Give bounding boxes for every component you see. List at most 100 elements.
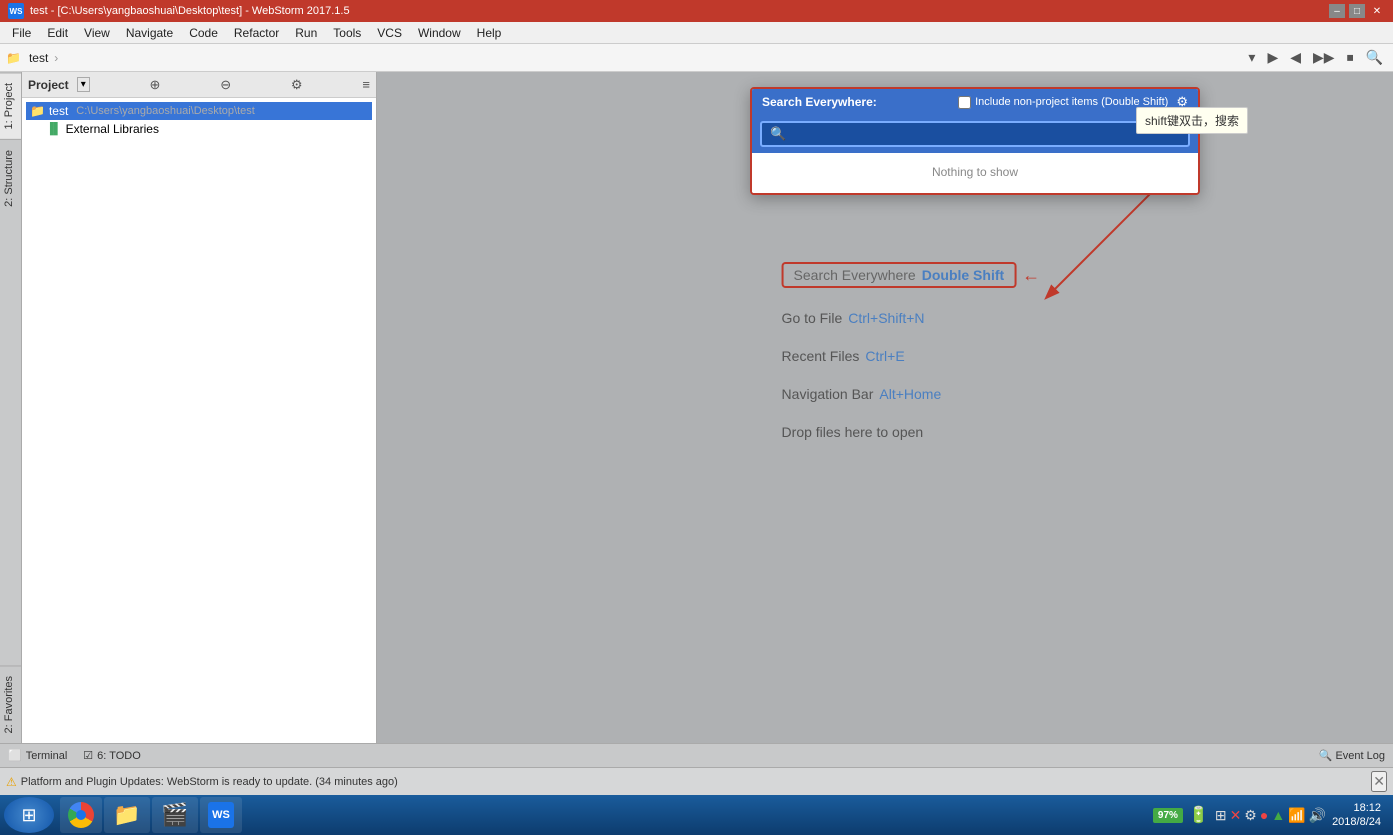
close-button[interactable]: ✕ [1369, 4, 1385, 18]
folder-icon: 📁 [30, 104, 45, 118]
goto-file-shortcut: Ctrl+Shift+N [848, 310, 924, 326]
media-icon: 🎬 [160, 800, 190, 830]
panel-dropdown-btn[interactable]: ▾ [77, 77, 90, 92]
event-log-label: Event Log [1335, 750, 1385, 762]
breadcrumb-separator: › [54, 51, 58, 65]
search-input-area: 🔍 [752, 115, 1198, 153]
annotation-box: shift键双击，搜索 [1136, 107, 1248, 134]
tree-item-test[interactable]: 📁 test C:\Users\yangbaoshuai\Desktop\tes… [26, 102, 372, 120]
battery-icon: 🔋 [1189, 805, 1209, 825]
status-text: Platform and Plugin Updates: WebStorm is… [21, 776, 1368, 788]
search-everywhere-box: Search Everywhere Double Shift [782, 262, 1017, 288]
ws-logo-icon: WS [8, 3, 24, 19]
status-warning-icon: ⚠ [6, 775, 17, 789]
menu-refactor[interactable]: Refactor [226, 24, 287, 42]
event-log-btn[interactable]: 🔍 Event Log [1319, 749, 1385, 762]
taskbar-explorer[interactable]: 📁 [104, 797, 150, 833]
search-everywhere-line: Search Everywhere Double Shift ← [782, 262, 1041, 288]
nav-controls: ▾ ▶ ◀ ▶▶ ⏹ 🔍 [1244, 47, 1387, 68]
left-sidebar-tabs: 1: Project 2: Structure 2: Favorites [0, 72, 22, 743]
bottom-panel: ⬜ Terminal ☑ 6: TODO 🔍 Event Log [0, 743, 1393, 767]
search-icon: 🔍 [770, 126, 786, 142]
editor-area: Search Everywhere: Include non-project i… [377, 72, 1393, 743]
search-everywhere-popup: Search Everywhere: Include non-project i… [750, 87, 1200, 195]
minimize-button[interactable]: – [1329, 4, 1345, 18]
todo-icon: ☑ [83, 749, 93, 762]
project-toolbar: Project ▾ ⊕ ⊖ ⚙ ≡ [22, 72, 376, 98]
taskbar: ⊞ 📁 🎬 WS 97% 🔋 ⊞ ✕ ⚙ ● ▲ 📶 🔊 18:12 2018/… [0, 795, 1393, 835]
search-input[interactable] [792, 127, 1180, 142]
terminal-icon: ⬜ [8, 749, 22, 762]
search-popup-label: Search Everywhere: [762, 95, 877, 109]
title-bar: WS test - [C:\Users\yangbaoshuai\Desktop… [0, 0, 1393, 22]
recent-files-shortcut: Ctrl+E [865, 348, 904, 364]
goto-file-label: Go to File [782, 310, 843, 326]
breadcrumb[interactable]: test [29, 51, 48, 65]
menu-navigate[interactable]: Navigate [118, 24, 181, 42]
search-input-wrapper: 🔍 [760, 121, 1190, 147]
recent-files-label: Recent Files [782, 348, 860, 364]
tray-icon-1: ⊞ [1215, 807, 1227, 824]
webstorm-icon: WS [208, 802, 234, 828]
menu-view[interactable]: View [76, 24, 118, 42]
recent-files-line: Recent Files Ctrl+E [782, 348, 1041, 364]
drop-files-line: Drop files here to open [782, 424, 1041, 440]
content-area: Search Everywhere Double Shift ← Go to F… [782, 262, 1041, 462]
todo-tab[interactable]: ☑ 6: TODO [83, 749, 140, 762]
locate-btn[interactable]: ⊕ [150, 77, 161, 93]
collapse-btn[interactable]: ⊖ [220, 77, 231, 93]
sidebar-item-favorites[interactable]: 2: Favorites [0, 665, 21, 743]
include-nonproject-checkbox[interactable] [958, 96, 971, 109]
back-btn[interactable]: ◀ [1286, 47, 1305, 68]
search-popup-header: Search Everywhere: Include non-project i… [752, 89, 1198, 115]
menu-window[interactable]: Window [410, 24, 469, 42]
tree-item-external-libraries[interactable]: ▐▌ External Libraries [42, 120, 372, 138]
stop-btn[interactable]: ⏹ [1343, 47, 1358, 68]
nav-bar: 📁 test › ▾ ▶ ◀ ▶▶ ⏹ 🔍 [0, 44, 1393, 72]
more-btn[interactable]: ≡ [362, 77, 370, 92]
taskbar-media[interactable]: 🎬 [152, 797, 198, 833]
tree-item-ext-label: External Libraries [66, 122, 159, 136]
nav-bar-line: Navigation Bar Alt+Home [782, 386, 1041, 402]
project-tree: 📁 test C:\Users\yangbaoshuai\Desktop\tes… [22, 98, 376, 743]
window-title: test - [C:\Users\yangbaoshuai\Desktop\te… [30, 5, 1329, 17]
taskbar-chrome[interactable] [60, 797, 102, 833]
terminal-tab[interactable]: ⬜ Terminal [8, 749, 67, 762]
menu-file[interactable]: File [4, 24, 39, 42]
taskbar-right: 97% 🔋 ⊞ ✕ ⚙ ● ▲ 📶 🔊 18:12 2018/8/24 [1145, 801, 1389, 830]
menu-edit[interactable]: Edit [39, 24, 76, 42]
menu-vcs[interactable]: VCS [369, 24, 410, 42]
ext-lib-icon: ▐▌ [46, 123, 62, 135]
search-nav-btn[interactable]: 🔍 [1362, 47, 1387, 68]
run-btn[interactable]: ▶ [1263, 47, 1282, 68]
window-controls: – □ ✕ [1329, 4, 1385, 18]
taskbar-webstorm[interactable]: WS [200, 797, 242, 833]
tree-item-path: C:\Users\yangbaoshuai\Desktop\test [76, 105, 255, 117]
settings-btn[interactable]: ⚙ [291, 77, 303, 93]
start-button[interactable]: ⊞ [4, 797, 54, 833]
sidebar-item-structure[interactable]: 2: Structure [0, 139, 21, 217]
clock-time: 18:12 [1332, 801, 1381, 815]
event-log-icon: 🔍 [1319, 749, 1333, 762]
tree-item-label: test [49, 104, 68, 118]
todo-label: 6: TODO [97, 750, 141, 762]
terminal-label: Terminal [26, 750, 68, 762]
tray-icon-6: 📶 [1288, 807, 1305, 824]
maximize-button[interactable]: □ [1349, 4, 1365, 18]
chrome-icon [68, 802, 94, 828]
forward-btn[interactable]: ▶▶ [1309, 47, 1339, 68]
dismiss-btn[interactable]: ✕ [1371, 771, 1387, 792]
sidebar-item-project[interactable]: 1: Project [0, 72, 21, 139]
menu-code[interactable]: Code [181, 24, 226, 42]
status-bar: ⚠ Platform and Plugin Updates: WebStorm … [0, 767, 1393, 795]
menu-run[interactable]: Run [287, 24, 325, 42]
menu-help[interactable]: Help [469, 24, 510, 42]
dropdown-btn[interactable]: ▾ [1244, 47, 1259, 68]
battery-indicator: 97% [1153, 808, 1183, 823]
no-results-text: Nothing to show [932, 165, 1018, 179]
clock-date: 2018/8/24 [1332, 815, 1381, 829]
tray-icon-7: 🔊 [1309, 807, 1326, 824]
panel-title: Project [28, 78, 69, 92]
search-results-area: Nothing to show [752, 153, 1198, 193]
menu-tools[interactable]: Tools [325, 24, 369, 42]
